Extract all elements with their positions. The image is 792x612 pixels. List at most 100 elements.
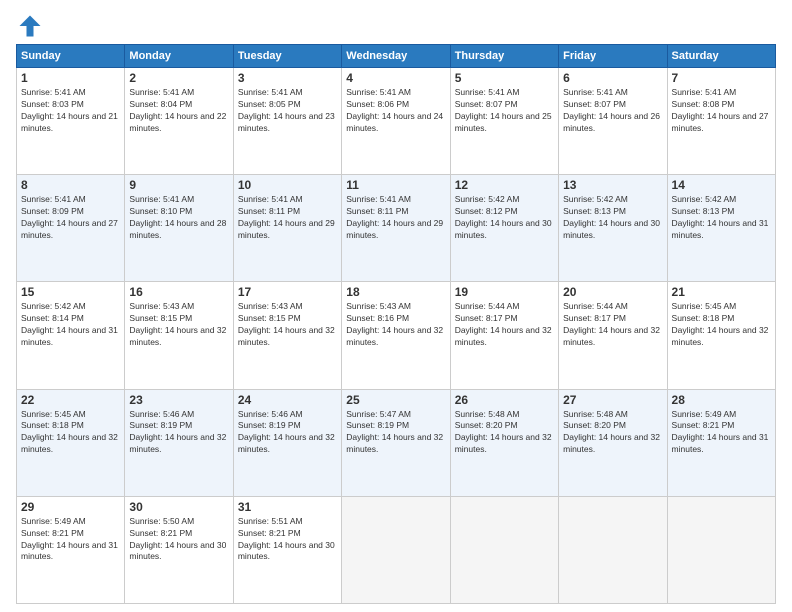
calendar-cell: 30 Sunrise: 5:50 AMSunset: 8:21 PMDaylig… bbox=[125, 496, 233, 603]
day-info: Sunrise: 5:41 AMSunset: 8:11 PMDaylight:… bbox=[346, 194, 445, 242]
calendar-cell bbox=[342, 496, 450, 603]
day-info: Sunrise: 5:44 AMSunset: 8:17 PMDaylight:… bbox=[455, 301, 554, 349]
day-info: Sunrise: 5:43 AMSunset: 8:16 PMDaylight:… bbox=[346, 301, 445, 349]
day-info: Sunrise: 5:48 AMSunset: 8:20 PMDaylight:… bbox=[563, 409, 662, 457]
day-info: Sunrise: 5:41 AMSunset: 8:10 PMDaylight:… bbox=[129, 194, 228, 242]
calendar-cell: 2 Sunrise: 5:41 AMSunset: 8:04 PMDayligh… bbox=[125, 68, 233, 175]
day-number: 30 bbox=[129, 500, 228, 514]
calendar-cell: 8 Sunrise: 5:41 AMSunset: 8:09 PMDayligh… bbox=[17, 175, 125, 282]
day-number: 25 bbox=[346, 393, 445, 407]
day-number: 17 bbox=[238, 285, 337, 299]
day-info: Sunrise: 5:42 AMSunset: 8:12 PMDaylight:… bbox=[455, 194, 554, 242]
day-number: 10 bbox=[238, 178, 337, 192]
day-info: Sunrise: 5:41 AMSunset: 8:05 PMDaylight:… bbox=[238, 87, 337, 135]
day-info: Sunrise: 5:41 AMSunset: 8:06 PMDaylight:… bbox=[346, 87, 445, 135]
day-info: Sunrise: 5:42 AMSunset: 8:14 PMDaylight:… bbox=[21, 301, 120, 349]
day-number: 11 bbox=[346, 178, 445, 192]
calendar-cell: 18 Sunrise: 5:43 AMSunset: 8:16 PMDaylig… bbox=[342, 282, 450, 389]
calendar-cell: 28 Sunrise: 5:49 AMSunset: 8:21 PMDaylig… bbox=[667, 389, 775, 496]
logo bbox=[16, 12, 48, 40]
calendar-cell bbox=[450, 496, 558, 603]
day-number: 6 bbox=[563, 71, 662, 85]
day-number: 16 bbox=[129, 285, 228, 299]
day-number: 20 bbox=[563, 285, 662, 299]
calendar-cell: 4 Sunrise: 5:41 AMSunset: 8:06 PMDayligh… bbox=[342, 68, 450, 175]
calendar-cell bbox=[667, 496, 775, 603]
day-number: 5 bbox=[455, 71, 554, 85]
day-number: 14 bbox=[672, 178, 771, 192]
calendar-cell bbox=[559, 496, 667, 603]
weekday-friday: Friday bbox=[559, 45, 667, 68]
day-number: 24 bbox=[238, 393, 337, 407]
day-number: 28 bbox=[672, 393, 771, 407]
header bbox=[16, 12, 776, 40]
day-info: Sunrise: 5:47 AMSunset: 8:19 PMDaylight:… bbox=[346, 409, 445, 457]
calendar-cell: 9 Sunrise: 5:41 AMSunset: 8:10 PMDayligh… bbox=[125, 175, 233, 282]
weekday-thursday: Thursday bbox=[450, 45, 558, 68]
day-info: Sunrise: 5:41 AMSunset: 8:08 PMDaylight:… bbox=[672, 87, 771, 135]
day-number: 31 bbox=[238, 500, 337, 514]
day-info: Sunrise: 5:41 AMSunset: 8:09 PMDaylight:… bbox=[21, 194, 120, 242]
calendar-week-5: 29 Sunrise: 5:49 AMSunset: 8:21 PMDaylig… bbox=[17, 496, 776, 603]
day-number: 27 bbox=[563, 393, 662, 407]
calendar-cell: 23 Sunrise: 5:46 AMSunset: 8:19 PMDaylig… bbox=[125, 389, 233, 496]
day-info: Sunrise: 5:46 AMSunset: 8:19 PMDaylight:… bbox=[129, 409, 228, 457]
day-number: 15 bbox=[21, 285, 120, 299]
calendar-cell: 26 Sunrise: 5:48 AMSunset: 8:20 PMDaylig… bbox=[450, 389, 558, 496]
day-info: Sunrise: 5:43 AMSunset: 8:15 PMDaylight:… bbox=[238, 301, 337, 349]
calendar-cell: 14 Sunrise: 5:42 AMSunset: 8:13 PMDaylig… bbox=[667, 175, 775, 282]
day-info: Sunrise: 5:49 AMSunset: 8:21 PMDaylight:… bbox=[21, 516, 120, 564]
day-info: Sunrise: 5:46 AMSunset: 8:19 PMDaylight:… bbox=[238, 409, 337, 457]
day-info: Sunrise: 5:42 AMSunset: 8:13 PMDaylight:… bbox=[563, 194, 662, 242]
calendar-week-4: 22 Sunrise: 5:45 AMSunset: 8:18 PMDaylig… bbox=[17, 389, 776, 496]
calendar-cell: 5 Sunrise: 5:41 AMSunset: 8:07 PMDayligh… bbox=[450, 68, 558, 175]
calendar-week-1: 1 Sunrise: 5:41 AMSunset: 8:03 PMDayligh… bbox=[17, 68, 776, 175]
day-info: Sunrise: 5:44 AMSunset: 8:17 PMDaylight:… bbox=[563, 301, 662, 349]
calendar-cell: 3 Sunrise: 5:41 AMSunset: 8:05 PMDayligh… bbox=[233, 68, 341, 175]
day-info: Sunrise: 5:49 AMSunset: 8:21 PMDaylight:… bbox=[672, 409, 771, 457]
calendar-cell: 27 Sunrise: 5:48 AMSunset: 8:20 PMDaylig… bbox=[559, 389, 667, 496]
weekday-monday: Monday bbox=[125, 45, 233, 68]
weekday-saturday: Saturday bbox=[667, 45, 775, 68]
calendar-cell: 17 Sunrise: 5:43 AMSunset: 8:15 PMDaylig… bbox=[233, 282, 341, 389]
calendar-week-3: 15 Sunrise: 5:42 AMSunset: 8:14 PMDaylig… bbox=[17, 282, 776, 389]
day-info: Sunrise: 5:41 AMSunset: 8:03 PMDaylight:… bbox=[21, 87, 120, 135]
day-number: 19 bbox=[455, 285, 554, 299]
page: SundayMondayTuesdayWednesdayThursdayFrid… bbox=[0, 0, 792, 612]
day-number: 4 bbox=[346, 71, 445, 85]
calendar-cell: 10 Sunrise: 5:41 AMSunset: 8:11 PMDaylig… bbox=[233, 175, 341, 282]
day-info: Sunrise: 5:51 AMSunset: 8:21 PMDaylight:… bbox=[238, 516, 337, 564]
day-number: 3 bbox=[238, 71, 337, 85]
day-number: 9 bbox=[129, 178, 228, 192]
day-info: Sunrise: 5:50 AMSunset: 8:21 PMDaylight:… bbox=[129, 516, 228, 564]
calendar-cell: 13 Sunrise: 5:42 AMSunset: 8:13 PMDaylig… bbox=[559, 175, 667, 282]
calendar-cell: 21 Sunrise: 5:45 AMSunset: 8:18 PMDaylig… bbox=[667, 282, 775, 389]
day-number: 23 bbox=[129, 393, 228, 407]
day-number: 22 bbox=[21, 393, 120, 407]
day-number: 13 bbox=[563, 178, 662, 192]
calendar-cell: 12 Sunrise: 5:42 AMSunset: 8:12 PMDaylig… bbox=[450, 175, 558, 282]
calendar-cell: 7 Sunrise: 5:41 AMSunset: 8:08 PMDayligh… bbox=[667, 68, 775, 175]
day-number: 7 bbox=[672, 71, 771, 85]
day-number: 12 bbox=[455, 178, 554, 192]
day-info: Sunrise: 5:42 AMSunset: 8:13 PMDaylight:… bbox=[672, 194, 771, 242]
day-number: 18 bbox=[346, 285, 445, 299]
calendar-cell: 11 Sunrise: 5:41 AMSunset: 8:11 PMDaylig… bbox=[342, 175, 450, 282]
day-info: Sunrise: 5:41 AMSunset: 8:07 PMDaylight:… bbox=[563, 87, 662, 135]
day-info: Sunrise: 5:45 AMSunset: 8:18 PMDaylight:… bbox=[21, 409, 120, 457]
day-number: 1 bbox=[21, 71, 120, 85]
calendar-cell: 31 Sunrise: 5:51 AMSunset: 8:21 PMDaylig… bbox=[233, 496, 341, 603]
calendar-cell: 24 Sunrise: 5:46 AMSunset: 8:19 PMDaylig… bbox=[233, 389, 341, 496]
weekday-tuesday: Tuesday bbox=[233, 45, 341, 68]
calendar-week-2: 8 Sunrise: 5:41 AMSunset: 8:09 PMDayligh… bbox=[17, 175, 776, 282]
calendar-cell: 22 Sunrise: 5:45 AMSunset: 8:18 PMDaylig… bbox=[17, 389, 125, 496]
calendar-cell: 25 Sunrise: 5:47 AMSunset: 8:19 PMDaylig… bbox=[342, 389, 450, 496]
day-number: 21 bbox=[672, 285, 771, 299]
calendar-cell: 20 Sunrise: 5:44 AMSunset: 8:17 PMDaylig… bbox=[559, 282, 667, 389]
calendar-cell: 16 Sunrise: 5:43 AMSunset: 8:15 PMDaylig… bbox=[125, 282, 233, 389]
calendar-cell: 15 Sunrise: 5:42 AMSunset: 8:14 PMDaylig… bbox=[17, 282, 125, 389]
day-number: 29 bbox=[21, 500, 120, 514]
calendar-table: SundayMondayTuesdayWednesdayThursdayFrid… bbox=[16, 44, 776, 604]
weekday-wednesday: Wednesday bbox=[342, 45, 450, 68]
day-info: Sunrise: 5:41 AMSunset: 8:07 PMDaylight:… bbox=[455, 87, 554, 135]
